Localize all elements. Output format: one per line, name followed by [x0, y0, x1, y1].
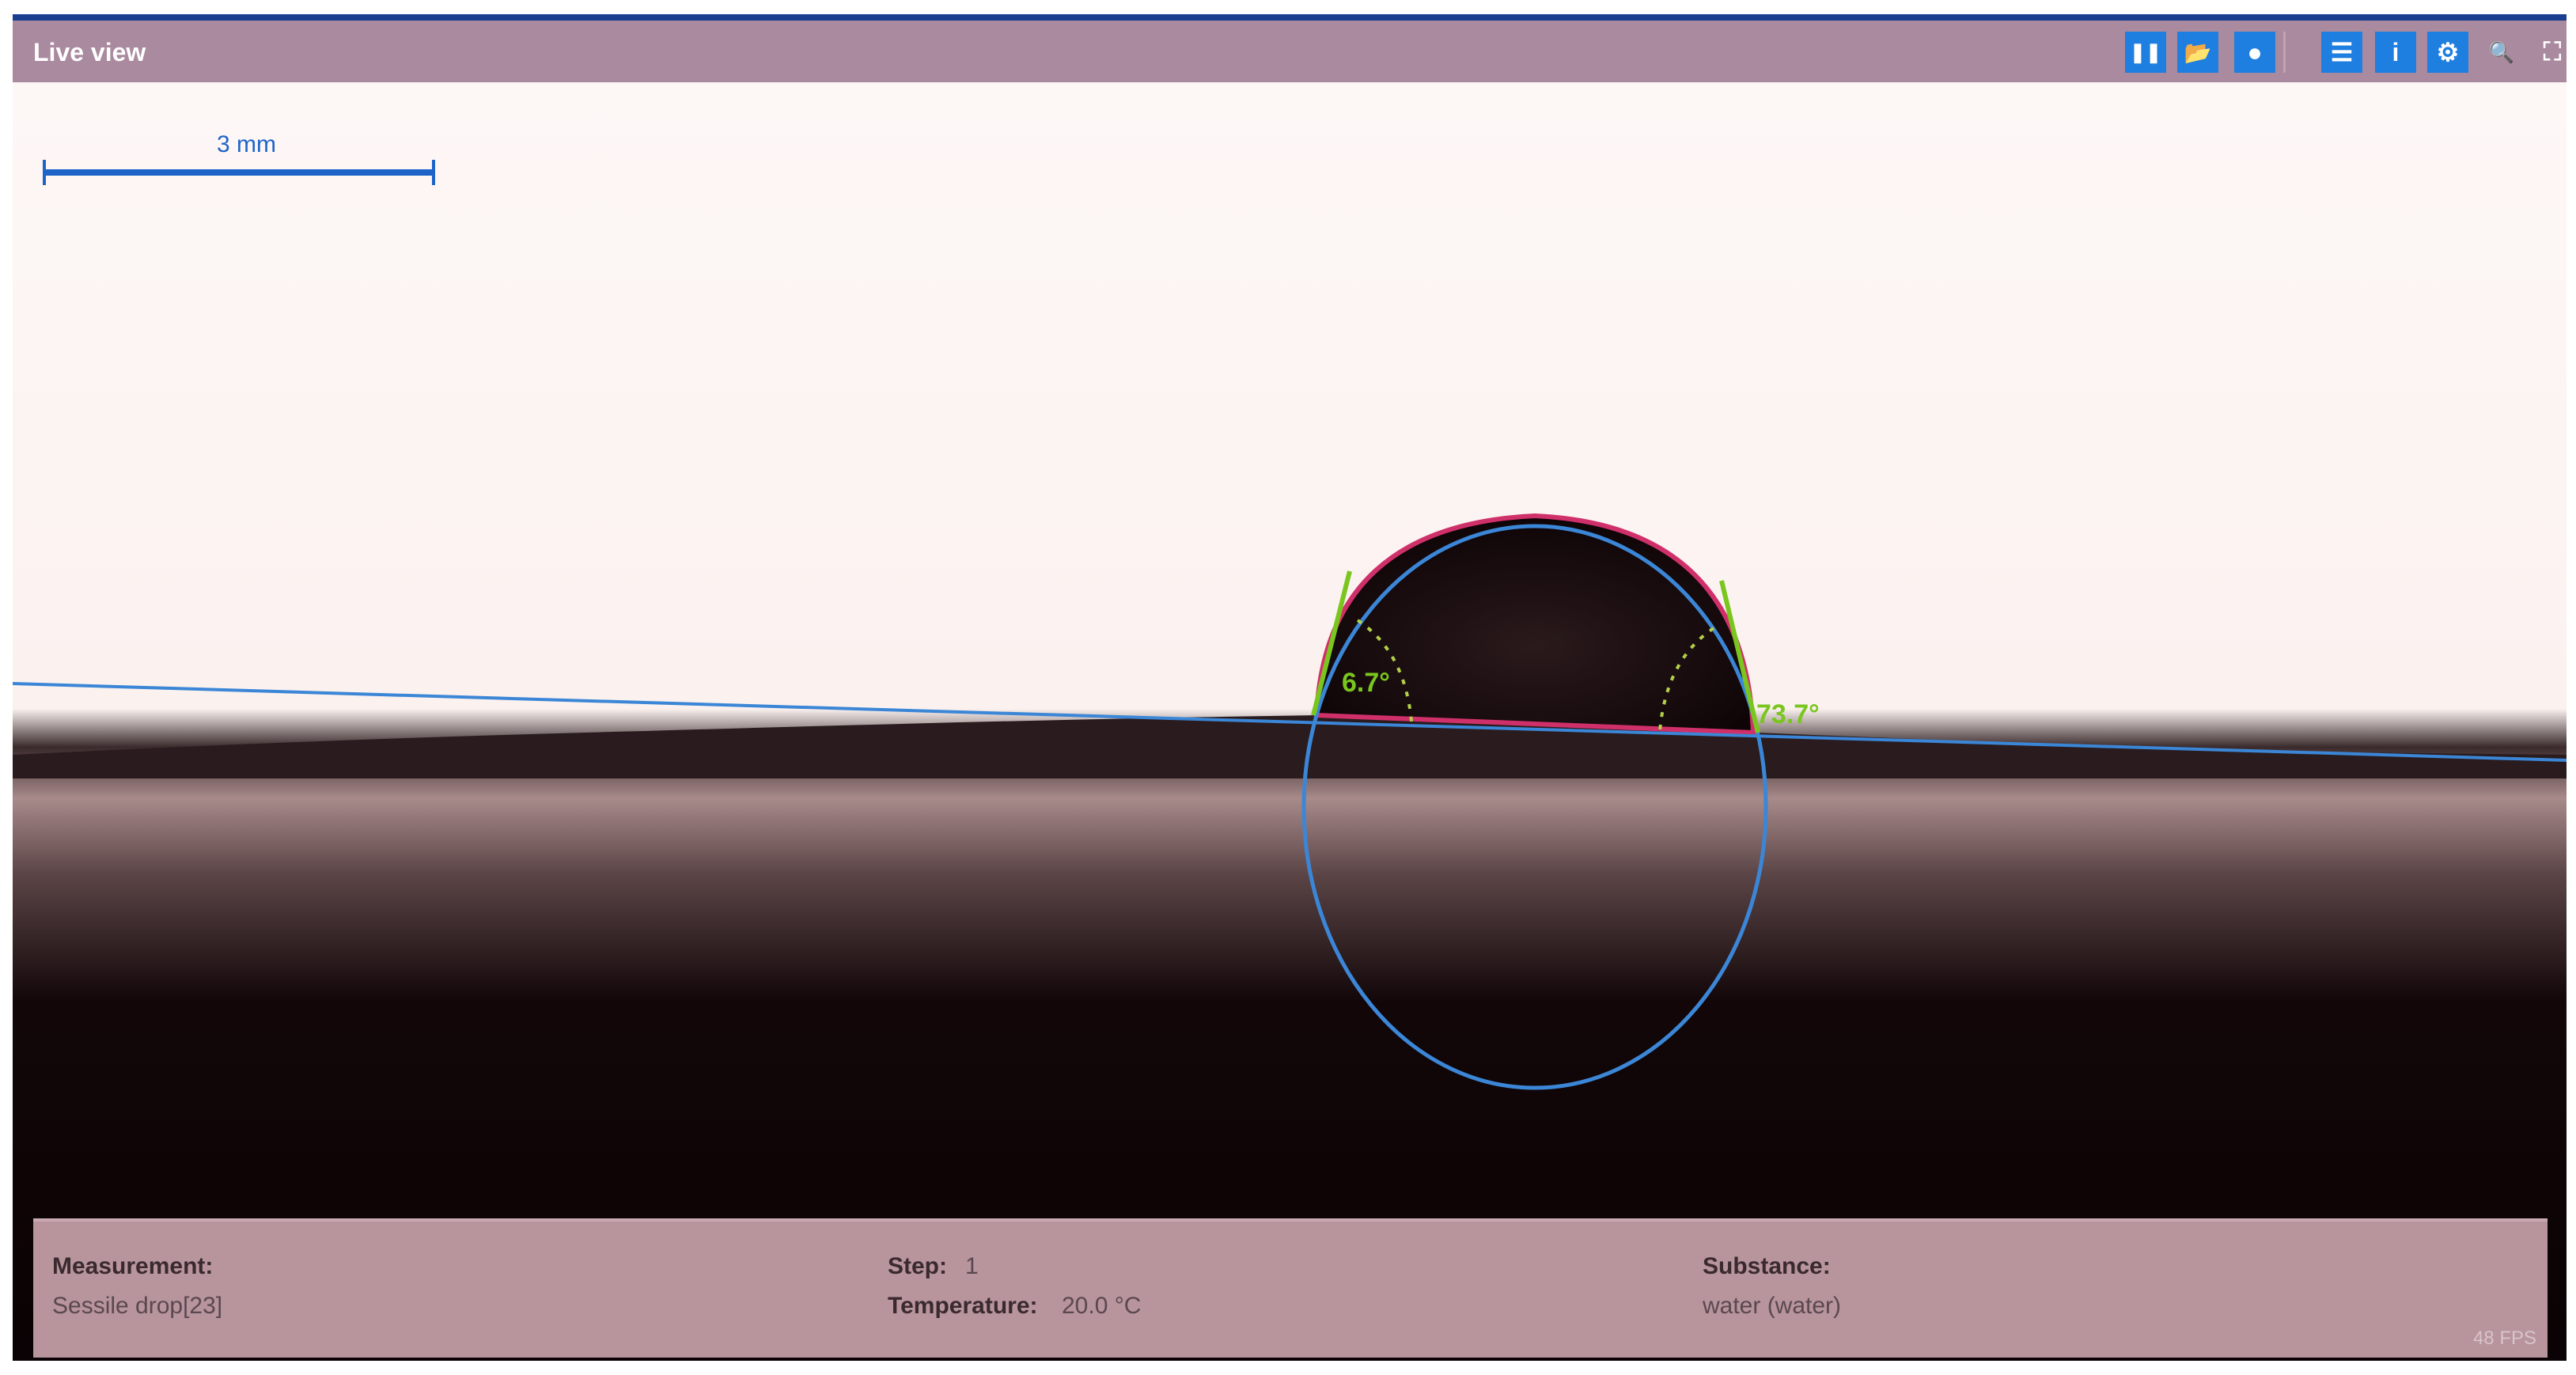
- title-bar: Live view ❚❚ 📂 ● ☰ i ⚙ 🔍 ⛶: [13, 21, 2567, 82]
- measurement-value: Sessile drop[23]: [52, 1293, 223, 1319]
- toolbar-separator: [2283, 32, 2286, 73]
- step-value: 1: [965, 1253, 979, 1279]
- info-button[interactable]: i: [2375, 32, 2416, 73]
- pause-button[interactable]: ❚❚: [2125, 32, 2166, 73]
- open-button[interactable]: 📂: [2177, 32, 2218, 73]
- pause-icon: ❚❚: [2129, 41, 2162, 63]
- baseline-button[interactable]: ☰: [2321, 32, 2362, 73]
- temperature-label: Temperature:: [888, 1293, 1038, 1319]
- left-contact-angle: 6.7°: [1342, 668, 1390, 698]
- step-label: Step:: [888, 1253, 947, 1279]
- fps-counter: 48 FPS: [2472, 1328, 2536, 1349]
- measurement-label: Measurement:: [52, 1253, 214, 1279]
- substance-value: water (water): [1703, 1293, 1842, 1319]
- temperature-value: 20.0 °C: [1062, 1293, 1142, 1319]
- info-panel: Measurement: Sessile drop[23] Step: 1 Te…: [33, 1218, 2548, 1358]
- zoom-button[interactable]: 🔍: [2481, 32, 2522, 73]
- open-folder-icon: 📂: [2184, 40, 2212, 65]
- drop-image: [12, 82, 2567, 1361]
- substance-label: Substance:: [1703, 1253, 1831, 1279]
- fit-screen-button[interactable]: ⛶: [2532, 32, 2573, 73]
- live-camera-view[interactable]: 3 mm 6.7° 73.7°: [12, 82, 2567, 1361]
- zoom-icon: 🔍: [2488, 40, 2515, 64]
- window-title: Live view: [33, 38, 146, 66]
- record-icon: ●: [2247, 37, 2263, 66]
- fit-screen-icon: ⛶: [2543, 37, 2562, 66]
- info-icon: i: [2392, 37, 2400, 66]
- right-contact-angle: 73.7°: [1756, 699, 1820, 729]
- window-top-border: [13, 14, 2567, 21]
- settings-button[interactable]: ⚙: [2427, 32, 2468, 73]
- baseline-icon: ☰: [2330, 38, 2354, 66]
- record-button[interactable]: ●: [2234, 32, 2275, 73]
- scale-bar-label: 3 mm: [217, 131, 276, 157]
- settings-gear-icon: ⚙: [2436, 38, 2460, 66]
